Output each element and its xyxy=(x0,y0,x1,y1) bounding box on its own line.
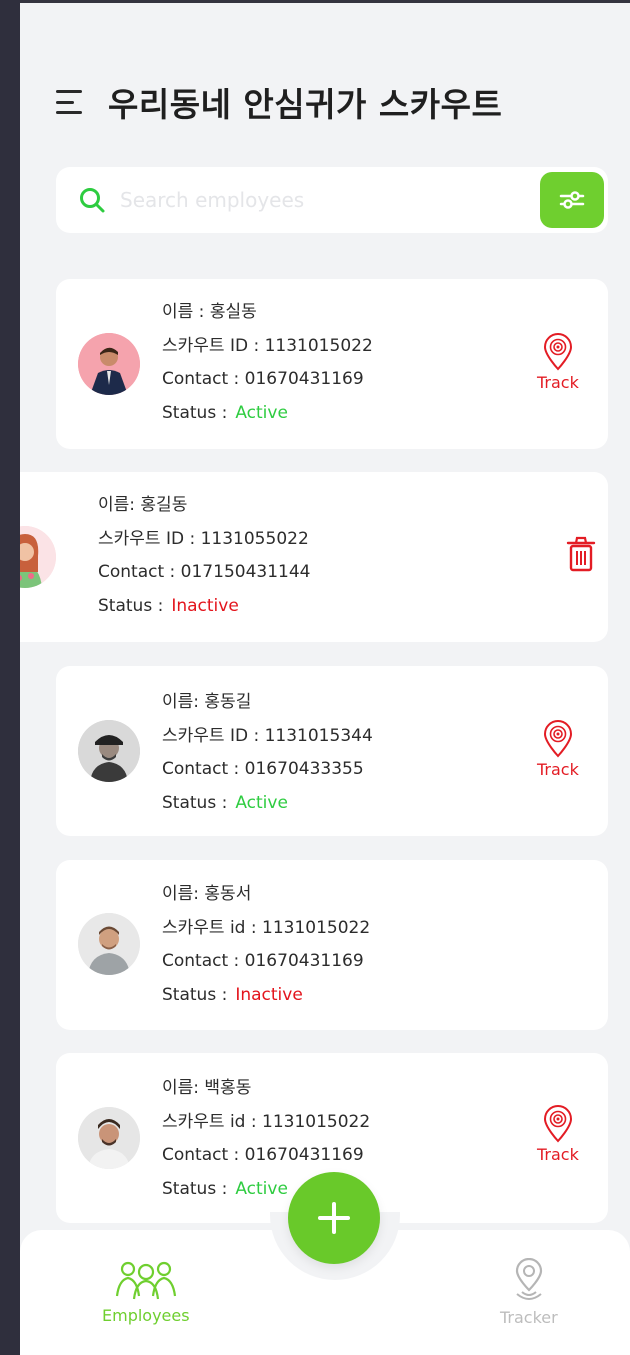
status-badge: Inactive xyxy=(171,595,239,616)
trash-icon xyxy=(566,536,596,572)
avatar xyxy=(78,1107,140,1169)
employee-name: 이름 : 홍실동 xyxy=(162,302,257,322)
search-input[interactable] xyxy=(120,181,520,219)
track-label: Track xyxy=(537,373,579,392)
employee-card[interactable]: 이름 : 홍실동 스카우트 ID : 1131015022 Contact : … xyxy=(56,279,608,449)
search-icon xyxy=(80,188,105,213)
employee-contact: Contact : 017150431144 xyxy=(98,562,311,582)
track-button[interactable]: Track xyxy=(537,333,579,392)
track-button[interactable]: Track xyxy=(537,720,579,779)
track-label: Track xyxy=(537,760,579,779)
filter-button[interactable] xyxy=(540,172,604,228)
page-title: 우리동네 안심귀가 스카우트 xyxy=(108,85,503,124)
employee-name: 이름: 홍길동 xyxy=(98,495,188,515)
status-label: Status : xyxy=(162,792,228,813)
plus-icon xyxy=(318,1202,350,1234)
sliders-icon xyxy=(559,191,585,209)
employee-info: 이름 : 홍실동 스카우트 ID : 1131015022 Contact : … xyxy=(162,296,373,430)
nav-employees[interactable]: Employees xyxy=(102,1260,190,1325)
add-employee-button[interactable] xyxy=(288,1172,380,1264)
employee-card[interactable]: 이름: 홍동길 스카우트 ID : 1131015344 Contact : 0… xyxy=(56,666,608,836)
status-label: Status : xyxy=(162,1178,228,1199)
header: 우리동네 안심귀가 스카우트 xyxy=(56,78,502,126)
employee-info: 이름: 홍길동 스카우트 ID : 1131055022 Contact : 0… xyxy=(98,489,310,623)
employee-card[interactable]: 이름: 홍동서 스카우트 id : 1131015022 Contact : 0… xyxy=(56,860,608,1030)
employee-name: 이름: 백홍동 xyxy=(162,1078,252,1098)
employee-contact: Contact : 01670431169 xyxy=(162,369,364,389)
avatar xyxy=(20,526,56,588)
avatar xyxy=(78,333,140,395)
location-target-icon xyxy=(543,1105,572,1143)
nav-employees-label: Employees xyxy=(102,1306,190,1325)
employee-info: 이름: 홍동서 스카우트 id : 1131015022 Contact : 0… xyxy=(162,878,370,1012)
status-badge: Active xyxy=(235,792,288,813)
employee-contact: Contact : 01670431169 xyxy=(162,1145,364,1165)
nav-tracker[interactable]: Tracker xyxy=(500,1258,558,1327)
employee-contact: Contact : 01670431169 xyxy=(162,951,364,971)
avatar xyxy=(78,720,140,782)
people-icon xyxy=(115,1261,176,1300)
search-bar xyxy=(56,167,608,233)
location-target-icon xyxy=(543,333,572,371)
employee-card[interactable]: 이름: 홍길동 스카우트 ID : 1131055022 Contact : 0… xyxy=(20,472,608,642)
employee-scout-id: 스카우트 ID : 1131015022 xyxy=(162,335,373,356)
track-label: Track xyxy=(537,1145,579,1164)
location-target-icon xyxy=(543,720,572,758)
nav-tracker-label: Tracker xyxy=(500,1308,558,1327)
employee-scout-id: 스카우트 ID : 1131015344 xyxy=(162,725,373,746)
status-badge: Inactive xyxy=(235,984,303,1005)
employee-scout-id: 스카우트 id : 1131015022 xyxy=(162,1111,371,1132)
employee-info: 이름: 홍동길 스카우트 ID : 1131015344 Contact : 0… xyxy=(162,686,373,820)
employee-name: 이름: 홍동서 xyxy=(162,884,252,904)
map-pin-icon xyxy=(515,1258,542,1300)
menu-icon[interactable] xyxy=(56,90,86,114)
app-screen: 우리동네 안심귀가 스카우트 Search employees 이름: 홍실동… xyxy=(20,0,630,1355)
status-label: Status : xyxy=(98,595,164,616)
employee-scout-id: 스카우트 ID : 1131055022 xyxy=(98,528,309,549)
employee-contact: Contact : 01670433355 xyxy=(162,759,364,779)
status-badge: Active xyxy=(235,1178,288,1199)
employee-name: 이름: 홍동길 xyxy=(162,692,252,712)
status-label: Status : xyxy=(162,402,228,423)
status-badge: Active xyxy=(235,402,288,423)
employee-scout-id: 스카우트 id : 1131015022 xyxy=(162,917,371,938)
avatar xyxy=(78,913,140,975)
status-label: Status : xyxy=(162,984,228,1005)
delete-button[interactable] xyxy=(566,536,596,576)
track-button[interactable]: Track xyxy=(537,1105,579,1164)
